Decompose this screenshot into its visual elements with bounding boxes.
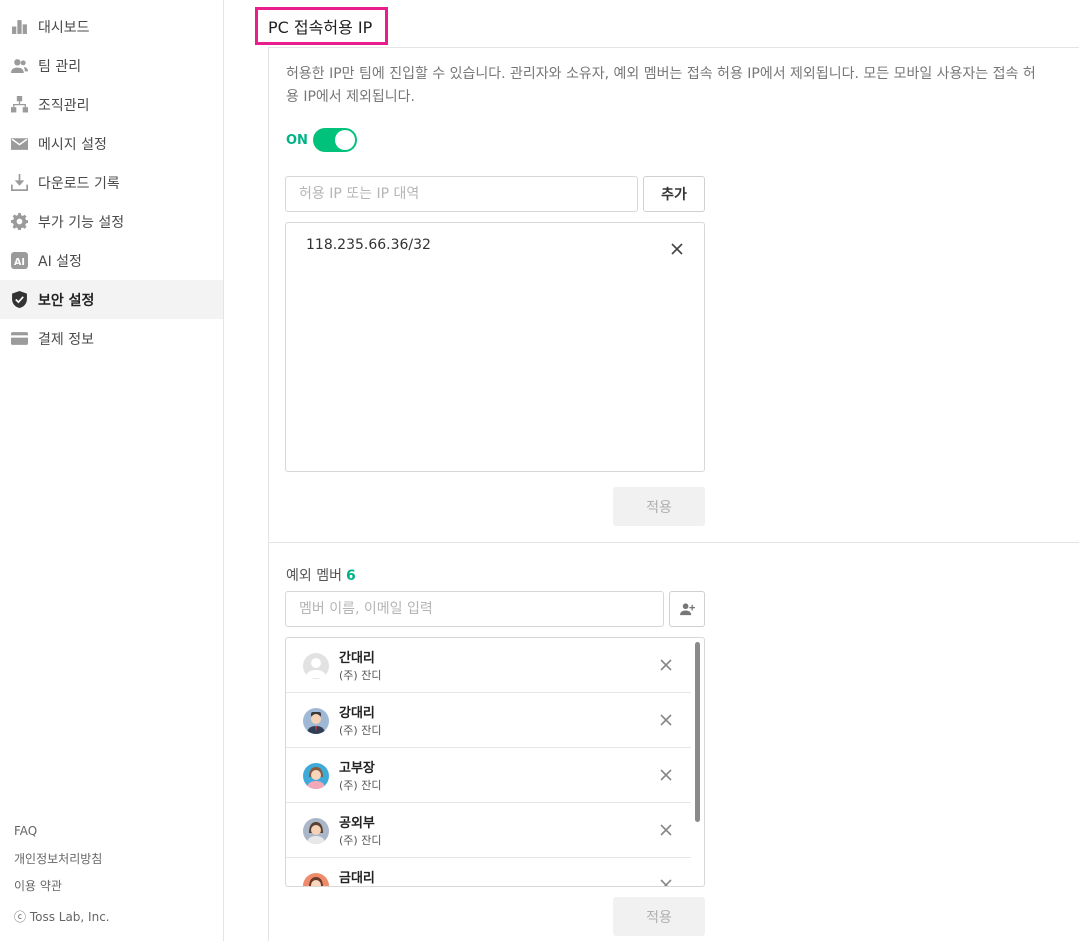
member-name: 간대리 [339,651,375,666]
ip-entry: 118.235.66.36/32 [306,237,431,253]
add-person-icon [679,602,695,617]
member-org: (주) 잔디 [339,779,382,792]
sidebar-item-label: 팀 관리 [38,58,82,75]
sidebar-item-organization[interactable]: 조직관리 [0,85,223,124]
exception-member-list: 간대리 (주) 잔디 강대리 (주) 잔디 고부장 (주) 잔디 공외부 (주)… [285,637,705,887]
page-title-text: PC 접속허용 IP [268,18,373,37]
privacy-policy-link[interactable]: 개인정보처리방침 [14,850,102,867]
toggle-knob [335,130,355,150]
toggle-label: ON [286,133,308,148]
remove-member-icon[interactable] [659,712,673,726]
sidebar-item-label: 대시보드 [38,19,90,36]
sidebar-item-label: 조직관리 [38,97,90,114]
ip-restriction-toggle[interactable] [313,128,357,152]
gear-icon [11,213,28,230]
remove-ip-icon[interactable] [670,241,684,255]
sidebar-item-label: 메시지 설정 [38,136,107,153]
envelope-icon [11,135,28,152]
member-list-scrollbar[interactable] [695,642,700,822]
member-row: 금대리 [286,858,691,886]
member-org: (주) 잔디 [339,724,382,737]
add-ip-button[interactable]: 추가 [643,176,705,212]
avatar [303,763,329,789]
exception-members-count: 6 [345,568,356,584]
sidebar-item-team[interactable]: 팀 관리 [0,46,223,85]
member-name: 공외부 [339,816,375,831]
avatar [303,818,329,844]
org-chart-icon [11,96,28,113]
member-name: 강대리 [339,706,375,721]
credit-card-icon [11,330,28,347]
svg-text:AI: AI [14,257,25,268]
sidebar-item-ai[interactable]: AI AI 설정 [0,241,223,280]
title-divider [268,47,1079,48]
exception-members-title: 예외 멤버 [286,568,342,584]
description: 허용한 IP만 팀에 진입할 수 있습니다. 관리자와 소유자, 예외 멤버는 … [286,66,1036,105]
copyright: ⓒ Toss Lab, Inc. [14,910,110,924]
avatar [303,653,329,679]
remove-member-icon[interactable] [659,822,673,836]
ai-icon: AI [11,252,28,269]
member-search-input[interactable] [285,591,664,627]
remove-member-icon[interactable] [659,767,673,781]
sidebar-item-label: AI 설정 [38,253,82,270]
faq-link[interactable]: FAQ [14,824,37,838]
ip-list: 118.235.66.36/32 [285,222,705,472]
sidebar-item-label: 결제 정보 [38,331,94,348]
apply-members-button[interactable]: 적용 [613,897,705,936]
people-icon [11,57,28,74]
sidebar-item-addons[interactable]: 부가 기능 설정 [0,202,223,241]
remove-member-icon[interactable] [659,877,673,886]
section-divider [268,542,1079,543]
sidebar-item-billing[interactable]: 결제 정보 [0,319,223,358]
member-row: 공외부 (주) 잔디 [286,803,691,858]
sidebar-item-security[interactable]: 보안 설정 [0,280,223,319]
member-row: 강대리 (주) 잔디 [286,693,691,748]
content-border [268,47,269,941]
sidebar-item-label: 다운로드 기록 [38,175,120,192]
sidebar-item-dashboard[interactable]: 대시보드 [0,7,223,46]
terms-link[interactable]: 이용 약관 [14,877,62,894]
remove-member-icon[interactable] [659,657,673,671]
ip-input[interactable] [285,176,638,212]
avatar [303,873,329,886]
apply-ip-button[interactable]: 적용 [613,487,705,526]
member-org: (주) 잔디 [339,834,382,847]
download-icon [11,174,28,191]
member-org: (주) 잔디 [339,669,382,682]
add-member-button[interactable] [669,591,705,627]
bar-chart-icon [11,18,28,35]
member-name: 고부장 [339,761,375,776]
member-name: 금대리 [339,871,375,886]
sidebar-item-download[interactable]: 다운로드 기록 [0,163,223,202]
member-row: 간대리 (주) 잔디 [286,638,691,693]
exception-members-label: 예외 멤버 6 [286,565,356,585]
sidebar-item-label: 부가 기능 설정 [38,214,125,231]
sidebar: 대시보드 팀 관리 조직관리 메시지 설정 다운로드 기록 부가 기능 설정 A… [0,0,224,941]
page-title: PC 접속허용 IP [255,7,388,45]
member-row: 고부장 (주) 잔디 [286,748,691,803]
sidebar-item-label: 보안 설정 [38,292,95,309]
sidebar-item-message[interactable]: 메시지 설정 [0,124,223,163]
shield-icon [11,291,28,308]
avatar [303,708,329,734]
